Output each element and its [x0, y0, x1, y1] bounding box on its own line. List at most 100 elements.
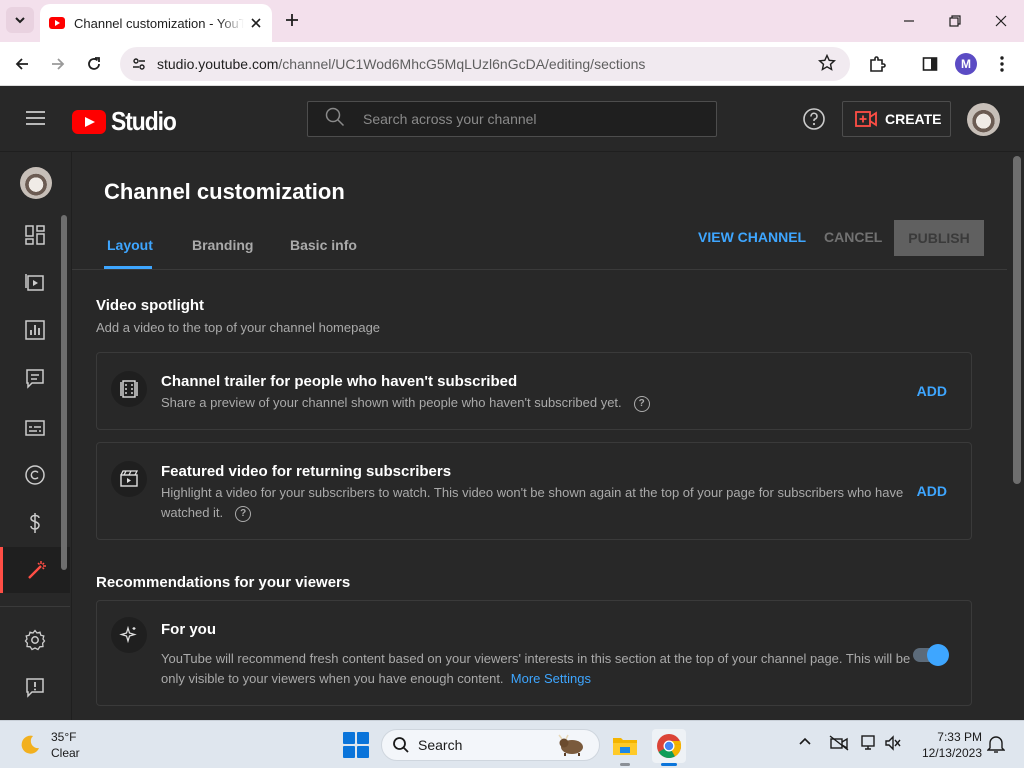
- tab-basic-info[interactable]: Basic info: [290, 237, 357, 253]
- create-button[interactable]: CREATE: [842, 101, 951, 137]
- reload-button[interactable]: [81, 51, 107, 77]
- tab-close-icon[interactable]: [248, 15, 264, 31]
- channel-trailer-desc-row: Share a preview of your channel shown wi…: [161, 393, 721, 413]
- search-icon: [392, 736, 410, 754]
- back-button[interactable]: [9, 51, 35, 77]
- studio-sidebar: [0, 152, 72, 720]
- side-panel-button[interactable]: [917, 51, 943, 77]
- more-settings-link[interactable]: More Settings: [511, 671, 591, 686]
- browser-tab-bar: Channel customization - YouTube Studio: [0, 0, 1024, 42]
- chevron-down-icon: [14, 14, 26, 26]
- featured-video-desc: Highlight a video for your subscribers t…: [161, 485, 904, 520]
- tray-chevron-up-icon[interactable]: [798, 735, 812, 754]
- channel-avatar[interactable]: [20, 167, 52, 199]
- help-circle-icon[interactable]: ?: [633, 395, 650, 412]
- featured-video-desc-row: Highlight a video for your subscribers t…: [161, 483, 911, 523]
- moon-icon: [18, 733, 42, 757]
- meet-now-icon[interactable]: [829, 735, 849, 756]
- channel-trailer-card: Channel trailer for people who haven't s…: [96, 352, 972, 430]
- tab-layout[interactable]: Layout: [107, 237, 153, 253]
- search-highlight-icon: [555, 733, 589, 757]
- tab-branding[interactable]: Branding: [192, 237, 253, 253]
- system-clock[interactable]: 7:33 PM 12/13/2023: [916, 729, 982, 761]
- temperature: 35°F: [51, 730, 77, 744]
- publish-button[interactable]: PUBLISH: [894, 220, 984, 256]
- video-spotlight-subtitle: Add a video to the top of your channel h…: [96, 320, 381, 335]
- sidebar-item-copyright[interactable]: [0, 452, 70, 498]
- search-input[interactable]: [363, 111, 693, 127]
- bookmark-star-icon[interactable]: [817, 53, 837, 77]
- tabs-divider: [72, 269, 1007, 270]
- analytics-icon: [24, 319, 46, 341]
- address-bar[interactable]: studio.youtube.com/channel/UC1Wod6MhcG5M…: [120, 47, 850, 81]
- file-explorer-app[interactable]: [608, 729, 642, 766]
- studio-wordmark: Studio: [111, 106, 177, 136]
- sidebar-item-subtitles[interactable]: [0, 405, 70, 451]
- youtube-studio-logo[interactable]: Studio: [72, 106, 185, 137]
- puzzle-icon: [868, 55, 886, 73]
- profile-avatar[interactable]: M: [955, 53, 977, 75]
- for-you-toggle[interactable]: [911, 643, 949, 666]
- side-panel-icon: [922, 56, 938, 72]
- help-icon[interactable]: [802, 107, 826, 136]
- copyright-icon: [24, 464, 46, 486]
- browser-menu-button[interactable]: [989, 51, 1015, 77]
- cancel-button[interactable]: CANCEL: [824, 229, 882, 245]
- page-title: Channel customization: [104, 179, 345, 204]
- sidebar-divider: [0, 606, 70, 607]
- chrome-app[interactable]: [652, 729, 686, 766]
- sidebar-item-feedback[interactable]: [0, 664, 70, 710]
- sidebar-item-dashboard[interactable]: [0, 212, 70, 258]
- for-you-title: For you: [161, 621, 216, 638]
- channel-trailer-desc: Share a preview of your channel shown wi…: [161, 395, 622, 410]
- restore-button[interactable]: [942, 8, 968, 34]
- browser-tab-active[interactable]: Channel customization - YouTube Studio: [40, 4, 272, 42]
- minimize-button[interactable]: [896, 8, 922, 34]
- sidebar-scrollbar[interactable]: [61, 215, 67, 570]
- browser-toolbar: studio.youtube.com/channel/UC1Wod6MhcG5M…: [0, 42, 1024, 86]
- for-you-desc-row: YouTube will recommend fresh content bas…: [161, 649, 911, 689]
- close-window-button[interactable]: [988, 8, 1014, 34]
- dollar-icon: [24, 512, 46, 534]
- add-featured-button[interactable]: ADD: [917, 483, 947, 499]
- create-label: CREATE: [885, 111, 942, 127]
- sidebar-item-analytics[interactable]: [0, 307, 70, 353]
- weather-widget[interactable]: 35°F Clear: [18, 729, 80, 761]
- recommendations-heading: Recommendations for your viewers: [96, 574, 351, 591]
- toggle-knob: [927, 644, 949, 666]
- extensions-button[interactable]: [864, 51, 890, 77]
- tab-title: Channel customization - YouTube Studio: [74, 15, 244, 31]
- help-circle-icon[interactable]: ?: [235, 505, 252, 522]
- featured-video-card: Featured video for returning subscribers…: [96, 442, 972, 540]
- chrome-icon: [656, 733, 682, 759]
- feedback-icon: [24, 676, 46, 698]
- sidebar-item-settings[interactable]: [0, 617, 70, 663]
- windows-logo-tile: [357, 732, 369, 744]
- add-trailer-button[interactable]: ADD: [917, 383, 947, 399]
- windows-taskbar: 35°F Clear Search 7:33 PM 12/13/2023: [0, 720, 1024, 768]
- account-avatar[interactable]: [967, 103, 1000, 136]
- dashboard-icon: [24, 224, 46, 246]
- taskbar-search[interactable]: Search: [381, 729, 600, 761]
- notification-bell-icon[interactable]: [986, 734, 1006, 759]
- site-info-icon[interactable]: [128, 53, 150, 75]
- main-scrollbar-thumb[interactable]: [1013, 156, 1021, 484]
- main-scrollbar[interactable]: [1007, 152, 1024, 720]
- menu-icon[interactable]: [24, 109, 48, 132]
- view-channel-button[interactable]: VIEW CHANNEL: [698, 229, 806, 245]
- volume-muted-icon[interactable]: [884, 735, 902, 756]
- sidebar-item-customization[interactable]: [0, 547, 70, 593]
- windows-logo-tile: [343, 746, 355, 758]
- forward-button[interactable]: [45, 51, 71, 77]
- sidebar-item-earn[interactable]: [0, 500, 70, 546]
- new-tab-button[interactable]: [282, 10, 302, 30]
- start-button[interactable]: [343, 732, 369, 758]
- for-you-card: For you YouTube will recommend fresh con…: [96, 600, 972, 706]
- url-host: studio.youtube.com: [157, 56, 279, 72]
- video-clapper-icon: [111, 461, 147, 497]
- network-icon[interactable]: [861, 735, 879, 756]
- channel-search[interactable]: [307, 101, 717, 137]
- tab-search-button[interactable]: [6, 7, 34, 33]
- sidebar-item-comments[interactable]: [0, 355, 70, 401]
- sidebar-item-content[interactable]: [0, 259, 70, 305]
